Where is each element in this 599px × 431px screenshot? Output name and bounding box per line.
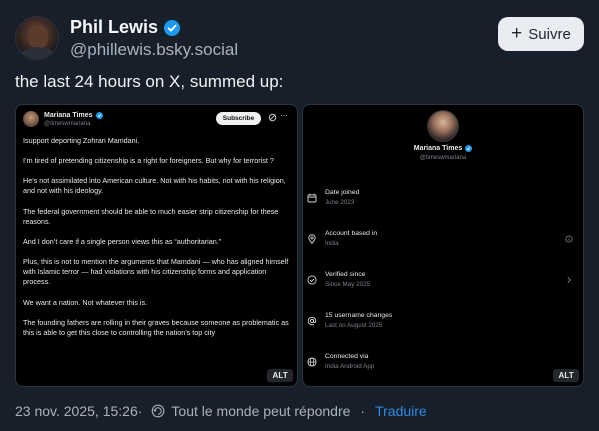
at-sign-icon — [307, 316, 317, 326]
chevron-right-icon — [567, 277, 571, 283]
alt-text-button[interactable]: ALT — [267, 369, 293, 382]
info-title: 15 username changes — [325, 312, 393, 319]
follow-label: Suivre — [528, 25, 571, 43]
verified-check-icon — [307, 275, 317, 285]
info-row-date-joined: Date joined June 2023 — [307, 189, 579, 219]
tweet-paragraph: He’s not assimilated into American cultu… — [23, 176, 286, 196]
meta-separator: · — [360, 403, 366, 419]
embedded-profile-name: Mariana Times — [413, 145, 463, 152]
reply-setting-text: Tout le monde peut répondre — [171, 403, 351, 419]
embedded-avatar — [23, 111, 39, 127]
more-options-icon: ··· — [280, 110, 288, 120]
embedded-verified-icon — [465, 145, 473, 152]
author-name-row: Phil Lewis — [70, 17, 181, 38]
info-subtitle: India Android App — [325, 363, 375, 370]
info-title: Connected via — [325, 353, 369, 360]
post-text: the last 24 hours on X, summed up: — [15, 72, 284, 91]
info-row-username-changes: 15 username changes Last on August 2025 — [307, 312, 579, 342]
tweet-paragraph: Plus, this is not to mention the argumen… — [23, 257, 289, 287]
tweet-paragraph: And I don’t care if a single person view… — [23, 236, 222, 246]
info-row-verified-since: Verified since Since May 2025 — [307, 271, 579, 301]
author-handle[interactable]: @phillewis.bsky.social — [70, 40, 238, 60]
embedded-subscribe-button: Subscribe — [216, 112, 261, 125]
embedded-name-row: Mariana Times — [44, 112, 103, 119]
embedded-verified-icon — [95, 112, 103, 119]
plus-icon: + — [511, 22, 523, 44]
info-circle-icon — [565, 235, 573, 243]
calendar-icon — [307, 193, 317, 203]
verified-badge-icon — [164, 19, 181, 36]
post-timestamp[interactable]: 23 nov. 2025, 15:26 — [15, 403, 138, 419]
embedded-name: Mariana Times — [44, 112, 93, 119]
info-subtitle: India — [325, 240, 339, 247]
info-subtitle: June 2023 — [325, 199, 355, 206]
tweet-paragraph: I’m tired of pretending citizenship is a… — [23, 156, 274, 166]
follow-button[interactable]: + Suivre — [498, 17, 584, 51]
author-avatar[interactable] — [15, 16, 59, 60]
info-row-account-based: Account based in India — [307, 230, 579, 260]
tweet-paragraph: We want a nation. Not whatever this is. — [23, 297, 148, 307]
info-title: Account based in — [325, 230, 378, 237]
tweet-paragraph: The founding fathers are rolling in thei… — [23, 317, 289, 337]
post-image-left[interactable]: Mariana Times @timeswmariana Subscribe ·… — [15, 104, 298, 387]
embedded-profile-handle: @timeswmariana — [419, 155, 467, 161]
embedded-profile-avatar — [427, 110, 459, 142]
tweet-paragraph: The federal government should be able to… — [23, 206, 279, 226]
reply-settings-icon — [152, 404, 165, 418]
post-image-right[interactable]: Mariana Times @timeswmariana Date joined… — [302, 104, 584, 387]
avatar-face — [28, 25, 48, 49]
author-name[interactable]: Phil Lewis — [70, 17, 158, 38]
translate-link[interactable]: Traduire — [375, 403, 427, 419]
info-title: Date joined — [325, 189, 360, 196]
globe-icon — [307, 357, 317, 367]
grok-icon — [268, 113, 277, 122]
info-subtitle: Since May 2025 — [325, 281, 371, 288]
alt-text-button[interactable]: ALT — [553, 369, 579, 382]
post-meta: 23 nov. 2025, 15:26 · Tout le monde peut… — [15, 403, 427, 419]
avatar-shoulders — [20, 47, 56, 59]
embedded-profile-name-row: Mariana Times — [303, 145, 583, 152]
info-subtitle: Last on August 2025 — [325, 322, 383, 329]
embedded-handle: @timeswmariana — [44, 121, 91, 127]
info-title: Verified since — [325, 271, 366, 278]
meta-separator: · — [137, 403, 143, 419]
tweet-paragraph: Isupport deporting Zohran Mamdani. — [23, 136, 140, 145]
location-icon — [308, 234, 316, 244]
info-row-connected-via: Connected via India Android App — [307, 353, 579, 383]
embedded-tweet-body: Isupport deporting Zohran Mamdani. I’m t… — [23, 136, 291, 348]
